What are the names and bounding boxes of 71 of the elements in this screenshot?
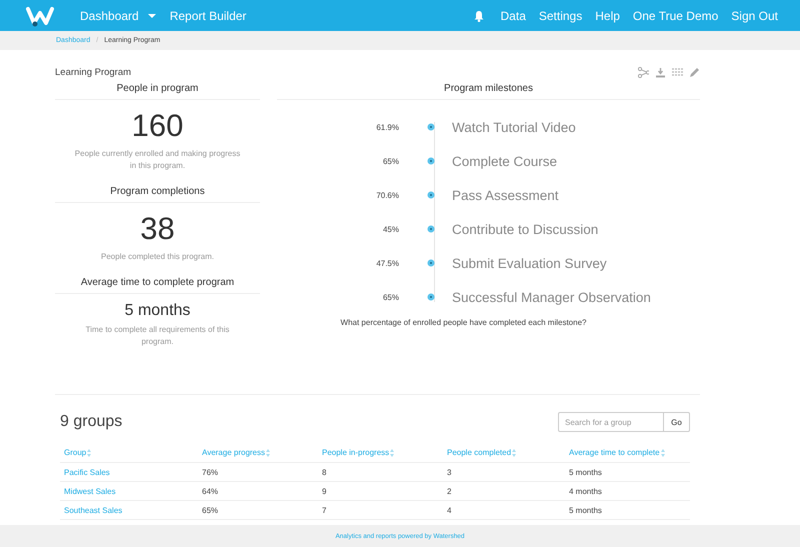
table-cell: 2 [443,482,565,500]
pencil-icon[interactable] [689,66,700,78]
milestone-dot-icon [427,157,435,165]
stat-note: Time to complete all requirements of this program. [84,324,230,348]
milestone-label: Submit Evaluation Survey [452,256,607,270]
table-cell: 3 [443,462,565,482]
nav-link[interactable]: Dashboard [80,8,156,22]
stat-value: 160 [132,107,184,145]
milestone-percent: 61.9% [375,122,399,132]
list-icon[interactable] [672,66,683,78]
sort-icon [390,448,394,456]
column-header[interactable]: People completed [447,448,516,457]
milestone-dot-icon [427,225,435,233]
nav-link[interactable]: Report Builder [170,8,246,22]
milestone-percent: 70.6% [375,190,399,200]
group-link[interactable]: Midwest Sales [60,482,198,500]
groups-title: 9 groups [60,413,122,431]
go-button[interactable]: Go [664,412,690,432]
stat-value: 5 months [124,301,190,321]
column-header[interactable]: People in-progress [322,448,394,457]
milestone-label: Pass Assessment [452,188,559,202]
column-header[interactable]: Average time to complete [569,448,665,457]
milestones-heading: Program milestones [277,83,700,100]
table-cell: 8 [318,462,443,482]
stat-heading: Program completions [55,186,260,203]
bell-icon [474,10,484,22]
milestone-label: Contribute to Discussion [452,222,598,236]
sort-icon [660,448,665,456]
milestone-percent: 65% [382,292,399,302]
logo-icon [26,4,54,26]
stat-heading: Average time to complete program [55,277,260,294]
nav-link[interactable]: Help [595,8,620,22]
nav-link[interactable]: One True Demo [632,8,718,22]
milestone-dot-icon [427,123,435,131]
column-header[interactable]: Average progress [202,448,270,457]
column-header[interactable]: Group [64,448,92,457]
download-icon[interactable] [655,66,666,78]
stat-note: People completed this program. [100,251,215,263]
milestone-percent: 47.5% [375,258,399,268]
milestone-dot-icon [427,259,435,267]
stat-heading: People in program [55,83,260,100]
table-cell: 9 [318,482,443,500]
stat-note: People currently enrolled and making progress in this program. [74,148,242,172]
table-cell: 76% [198,462,318,482]
report-title: Learning Program [55,66,132,78]
table-cell: 5 months [565,500,690,520]
search-field[interactable]: Search for a group [558,412,664,432]
table-cell: 5 months [565,462,690,482]
group-link[interactable]: Pacific Sales [60,462,198,482]
nav-link[interactable]: Settings [538,8,582,22]
milestone-label: Complete Course [452,154,558,168]
milestone-label: Successful Manager Observation [452,290,651,304]
sort-icon [87,448,92,456]
milestones-caption: What percentage of enrolled people have completed each milestone? [340,318,588,327]
group-link[interactable]: Southeast Sales [60,500,198,520]
milestone-percent: 65% [382,156,399,166]
milestone-label: Watch Tutorial Video [452,120,576,134]
table-cell: 65% [198,500,318,520]
sort-icon [266,448,270,456]
share-icon[interactable] [638,66,649,78]
milestone-percent: 45% [382,224,399,234]
table-cell: 64% [198,482,318,500]
milestone-dot-icon [427,293,435,301]
nav-link[interactable]: Sign Out [731,8,778,22]
milestone-dot-icon [427,191,435,199]
table-cell: 7 [318,500,443,520]
stat-value: 38 [140,210,175,248]
table-cell: 4 [443,500,565,520]
sort-icon [512,448,516,456]
nav-link[interactable]: Data [500,8,526,22]
table-cell: 4 months [565,482,690,500]
